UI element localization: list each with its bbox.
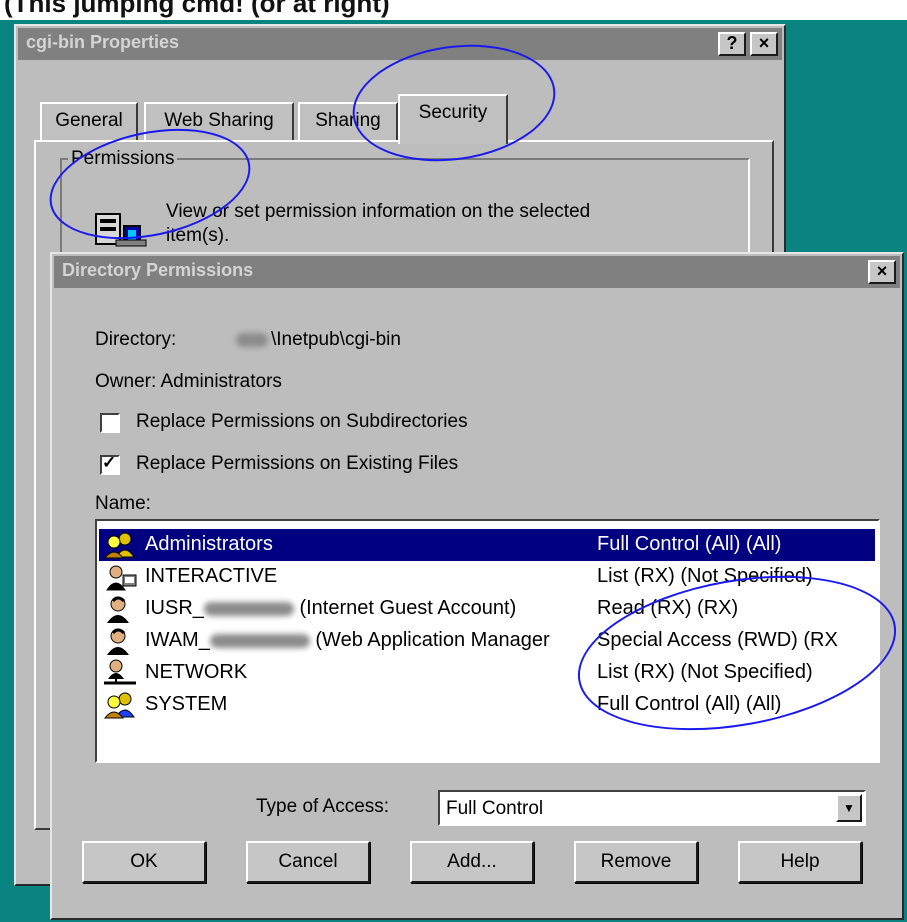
permissions-group-label: Permissions xyxy=(68,148,178,170)
directory-value: \Inetpub\cgi-bin xyxy=(271,329,401,350)
list-item-iwam[interactable]: IWAM_ (Web Application Manager Special A… xyxy=(99,625,875,657)
user-icon xyxy=(102,595,138,623)
entry-name: SYSTEM xyxy=(145,693,228,715)
entry-access: List (RX) (Not Specified) xyxy=(597,661,813,683)
help-dialog-button[interactable]: Help xyxy=(738,841,862,883)
replace-existing-files-checkbox[interactable]: ✓ xyxy=(100,453,120,475)
entry-access: Read (RX) (RX) xyxy=(597,597,739,619)
entry-name: INTERACTIVE xyxy=(145,565,278,587)
tab-sharing[interactable]: Sharing xyxy=(298,102,398,140)
interactive-icon xyxy=(102,563,138,591)
permissions-description: View or set permission information on th… xyxy=(166,201,591,246)
type-of-access-label: Type of Access: xyxy=(256,796,390,817)
permissions-key-icon xyxy=(90,206,152,254)
entry-access: Special Access (RWD) (RX xyxy=(597,629,838,651)
dialog-title: Directory Permissions xyxy=(62,260,254,280)
tab-security[interactable]: Security xyxy=(398,94,508,144)
dialog-titlebar: Directory Permissions × xyxy=(54,256,900,288)
group-icon xyxy=(102,531,138,559)
add-button-label: Add... xyxy=(447,851,497,872)
checkmark-icon: ✓ xyxy=(102,453,117,472)
properties-window-title: cgi-bin Properties xyxy=(26,32,180,52)
owner-text: Owner: Administrators xyxy=(95,371,282,392)
cancel-button-label: Cancel xyxy=(278,851,338,872)
entry-access: Full Control (All) (All) xyxy=(597,533,782,555)
replace-subdirectories-label[interactable]: Replace Permissions on Subdirectories xyxy=(136,411,468,433)
entry-access: List (RX) (Not Specified) xyxy=(597,565,813,587)
blurred-account-suffix xyxy=(209,633,310,648)
entry-description: (Web Application Manager xyxy=(315,629,550,651)
dialog-close-button[interactable]: × xyxy=(868,260,896,284)
help-button-label: Help xyxy=(780,851,820,872)
tab-general[interactable]: General xyxy=(40,102,138,140)
add-button[interactable]: Add... xyxy=(410,841,534,883)
list-item-network[interactable]: NETWORK List (RX) (Not Specified) xyxy=(99,657,875,689)
list-item-administrators[interactable]: Administrators Full Control (All) (All) xyxy=(99,529,875,561)
group-icon xyxy=(102,691,138,719)
network-icon xyxy=(102,659,138,687)
permissions-listbox[interactable]: Administrators Full Control (All) (All) … xyxy=(95,519,880,763)
blurred-account-suffix xyxy=(203,601,294,616)
list-item-interactive[interactable]: INTERACTIVE List (RX) (Not Specified) xyxy=(99,561,875,593)
remove-button[interactable]: Remove xyxy=(574,841,698,883)
entry-access: Full Control (All) (All) xyxy=(597,693,782,715)
name-label: Name: xyxy=(95,493,151,514)
directory-blurred-server xyxy=(236,333,268,347)
list-item-iusr[interactable]: IUSR_ (Internet Guest Account) Read (RX)… xyxy=(99,593,875,625)
tab-web-sharing-label: Web Sharing xyxy=(164,110,274,131)
tab-web-sharing[interactable]: Web Sharing xyxy=(144,102,294,140)
user-icon xyxy=(102,627,138,655)
remove-button-label: Remove xyxy=(600,851,672,872)
entry-name: IWAM_ (Web Application Manager xyxy=(145,629,550,652)
directory-label: Directory: xyxy=(95,329,177,350)
help-button[interactable]: ? xyxy=(718,32,746,56)
tab-sharing-label: Sharing xyxy=(315,110,381,131)
entry-name-text: IUSR_ xyxy=(145,597,204,619)
type-of-access-value: Full Control xyxy=(446,798,544,819)
ok-button-label: OK xyxy=(130,851,158,872)
replace-subdirectories-checkbox[interactable] xyxy=(100,413,120,433)
entry-name-text: IWAM_ xyxy=(145,629,210,651)
cancel-button[interactable]: Cancel xyxy=(246,841,370,883)
ok-button[interactable]: OK xyxy=(82,841,206,883)
list-item-system[interactable]: SYSTEM Full Control (All) (All) xyxy=(99,689,875,721)
entry-name: IUSR_ (Internet Guest Account) xyxy=(145,597,516,620)
page-caption-text: (This jumping cmd! (or at right) xyxy=(4,0,390,18)
tab-general-label: General xyxy=(55,110,123,131)
entry-name: Administrators xyxy=(145,533,273,555)
tab-security-label: Security xyxy=(418,102,488,123)
entry-name: NETWORK xyxy=(145,661,248,683)
entry-description: (Internet Guest Account) xyxy=(299,597,517,619)
close-button[interactable]: × xyxy=(750,32,778,56)
type-of-access-select[interactable]: Full Control ▼ xyxy=(438,790,866,826)
replace-existing-files-label[interactable]: Replace Permissions on Existing Files xyxy=(136,453,458,475)
properties-titlebar: cgi-bin Properties ? × xyxy=(18,28,782,60)
chevron-down-icon[interactable]: ▼ xyxy=(836,794,862,822)
